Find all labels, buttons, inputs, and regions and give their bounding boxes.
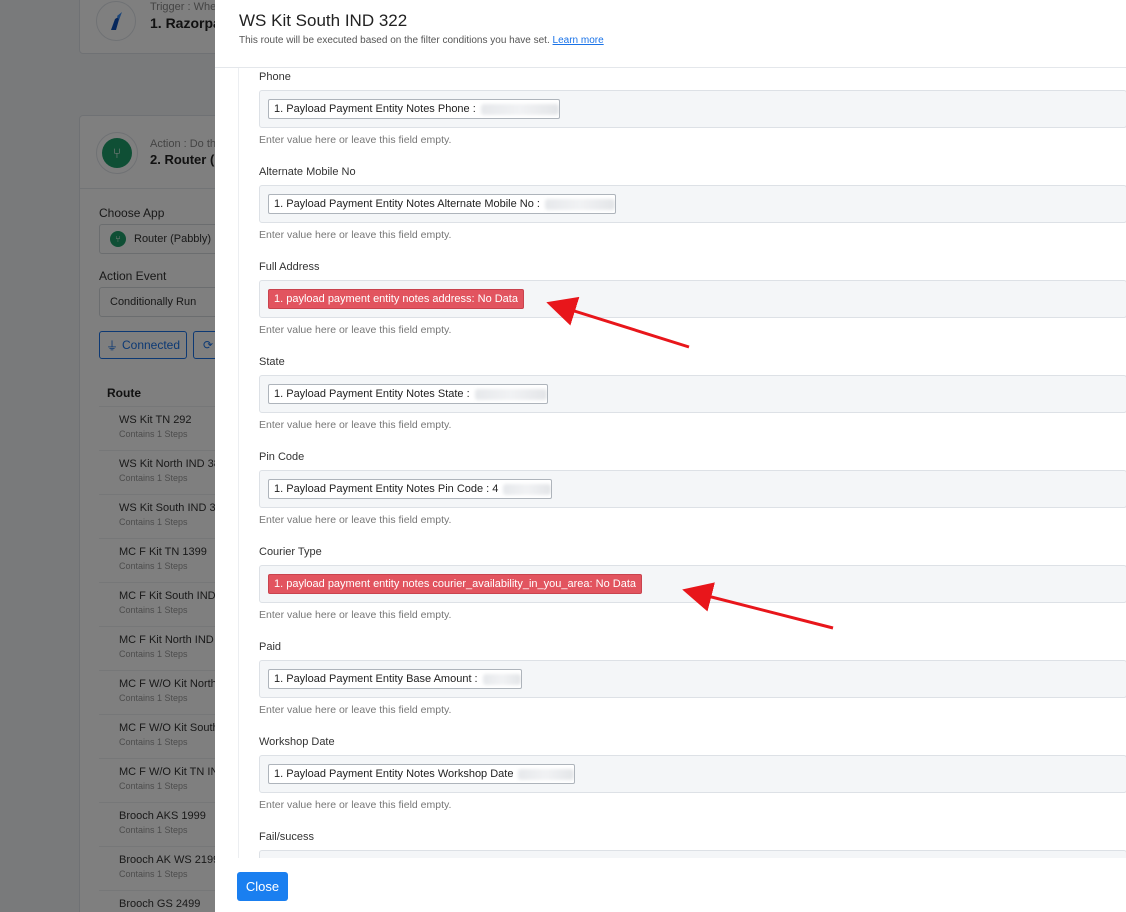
mapped-data-chip[interactable]: 1. Payload Payment Entity Base Amount : — [268, 669, 522, 689]
field-courier-type: Courier Type 1. payload payment entity no… — [259, 546, 1126, 621]
subtitle-text: This route will be executed based on the… — [239, 35, 550, 46]
close-button[interactable]: Close — [237, 872, 288, 901]
field-workshop-date: Workshop Date 1. Payload Payment Entity N… — [259, 736, 1126, 811]
modal-title: WS Kit South IND 322 — [239, 11, 408, 30]
field-input[interactable]: 1. Payload Payment Entity Notes State : — [259, 375, 1126, 413]
chip-text: 1. Payload Payment Entity Notes Workshop… — [274, 768, 514, 780]
field-label: Phone — [259, 71, 291, 83]
chip-text: 1. Payload Payment Entity Notes Pin Code… — [274, 483, 499, 495]
field-help-text: Enter value here or leave this field emp… — [259, 324, 452, 336]
modal-header: WS Kit South IND 322 This route will be … — [215, 0, 1126, 68]
field-input[interactable]: 1. Payload Payment Entity Base Amount : — [259, 660, 1126, 698]
chip-text: 1. Payload Payment Entity Notes Alternat… — [274, 198, 540, 210]
modal-subtitle: This route will be executed based on the… — [239, 35, 604, 46]
mapped-data-chip[interactable]: 1. Payload Payment Entity Notes Phone : — [268, 99, 560, 119]
redacted-value — [480, 103, 559, 115]
field-input[interactable]: 1. Payload Payment Entity Notes Workshop… — [259, 755, 1126, 793]
field-label: Paid — [259, 641, 282, 653]
modal-body[interactable]: Phone 1. Payload Payment Entity Notes Pho… — [238, 68, 1126, 858]
field-help-text: Enter value here or leave this field emp… — [259, 419, 452, 431]
field-input[interactable]: 1. Payload Payment Entity Notes Alternat… — [259, 185, 1126, 223]
field-help-text: Enter value here or leave this field emp… — [259, 229, 452, 241]
redacted-value — [544, 198, 615, 210]
field-label: Full Address — [259, 261, 320, 273]
field-help-text: Enter value here or leave this field emp… — [259, 704, 452, 716]
field-label: Pin Code — [259, 451, 305, 463]
field-list: Phone 1. Payload Payment Entity Notes Pho… — [238, 68, 1126, 858]
field-input[interactable]: 1. payload payment entity notes address:… — [259, 280, 1126, 318]
field-pin-code: Pin Code 1. Payload Payment Entity Notes … — [259, 451, 1126, 526]
mapped-data-chip[interactable]: 1. Payload Payment Entity Notes Alternat… — [268, 194, 616, 214]
mapped-data-chip[interactable]: 1. Payload Payment Entity Notes State : — [268, 384, 548, 404]
learn-more-link[interactable]: Learn more — [553, 35, 604, 46]
redacted-value — [503, 483, 552, 495]
error-data-chip[interactable]: 1. payload payment entity notes address:… — [268, 289, 524, 309]
field-phone: Phone 1. Payload Payment Entity Notes Pho… — [259, 71, 1126, 146]
field-paid: Paid 1. Payload Payment Entity Base Amoun… — [259, 641, 1126, 716]
field-input[interactable] — [259, 850, 1126, 858]
field-alternate-mobile-no: Alternate Mobile No 1. Payload Payment En… — [259, 166, 1126, 241]
route-modal: WS Kit South IND 322 This route will be … — [215, 0, 1126, 912]
chip-text: 1. Payload Payment Entity Notes Phone : — [274, 103, 476, 115]
field-help-text: Enter value here or leave this field emp… — [259, 514, 452, 526]
field-full-address: Full Address 1. payload payment entity no… — [259, 261, 1126, 336]
modal-footer: Close — [215, 858, 1126, 912]
chip-text: 1. Payload Payment Entity Notes State : — [274, 388, 470, 400]
chip-text: 1. payload payment entity notes address:… — [274, 293, 518, 305]
field-input[interactable]: 1. Payload Payment Entity Notes Pin Code… — [259, 470, 1126, 508]
field-label: Courier Type — [259, 546, 322, 558]
chip-text: 1. payload payment entity notes courier_… — [274, 578, 636, 590]
redacted-value — [518, 768, 575, 780]
chip-text: 1. Payload Payment Entity Base Amount : — [274, 673, 478, 685]
field-label: Alternate Mobile No — [259, 166, 356, 178]
redacted-value — [474, 388, 547, 400]
field-help-text: Enter value here or leave this field emp… — [259, 134, 452, 146]
field-input[interactable]: 1. Payload Payment Entity Notes Phone : — [259, 90, 1126, 128]
field-state: State 1. Payload Payment Entity Notes Sta… — [259, 356, 1126, 431]
field-label: Workshop Date — [259, 736, 335, 748]
field-label: Fail/sucess — [259, 831, 315, 843]
field-label: State — [259, 356, 285, 368]
field-fail-sucess: Fail/sucess — [259, 831, 1126, 858]
field-input[interactable]: 1. payload payment entity notes courier_… — [259, 565, 1126, 603]
field-help-text: Enter value here or leave this field emp… — [259, 799, 452, 811]
redacted-value — [482, 673, 521, 685]
mapped-data-chip[interactable]: 1. Payload Payment Entity Notes Workshop… — [268, 764, 576, 784]
field-help-text: Enter value here or leave this field emp… — [259, 609, 452, 621]
error-data-chip[interactable]: 1. payload payment entity notes courier_… — [268, 574, 642, 594]
mapped-data-chip[interactable]: 1. Payload Payment Entity Notes Pin Code… — [268, 479, 553, 499]
